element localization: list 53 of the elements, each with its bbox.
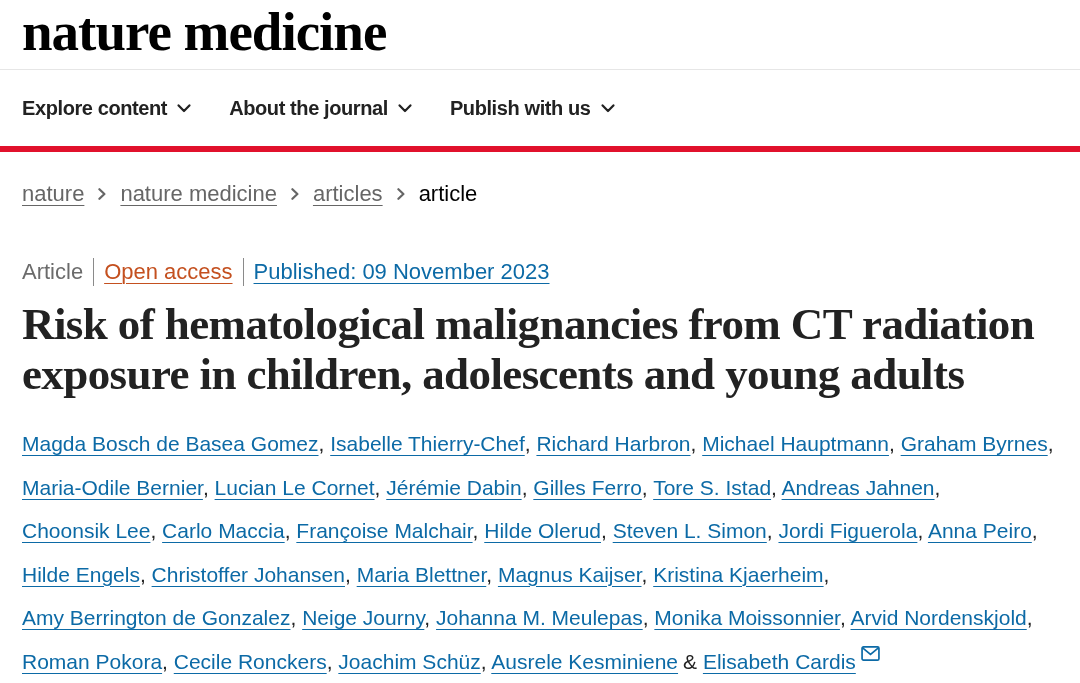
chevron-down-icon <box>397 103 412 113</box>
author-link[interactable]: Monika Moissonnier <box>654 606 840 629</box>
author-link[interactable]: Neige Journy <box>302 606 425 629</box>
author-link[interactable]: Carlo Maccia <box>162 519 285 542</box>
published-date-link[interactable]: Published: 09 November 2023 <box>253 259 550 285</box>
author-list: Magda Bosch de Basea Gomez, Isabelle Thierry-Chef, Richard Harbron, Michael Hauptmann, Graham Byrnes, Maria-Odile Bernier, Lucian Le Cornet, Jérémie Dabin, Gilles Ferro, Tore S. Istad, Andreas Jahnen, Choonsik Lee, Carlo Maccia, Françoise Malchair, Hilde Olerud, Steven L. Simon, Jordi Figuerola, Anna Peiro, Hilde Engels, Christoffer Johansen, Maria Blettner, Magnus Kaijser, Kristina Kjaerheim, Amy Berrington de Gonzalez, Neige Journy, Johanna M. Meulepas, Monika Moissonnier, Arvid Nordenskjold, Roman Pokora, Cecile Ronckers, Joachim Schüz, Ausrele Kesminiene & Elisabeth Cardis <box>22 422 1074 683</box>
author-link[interactable]: Ausrele Kesminiene <box>491 649 679 673</box>
author-link[interactable]: Anna Peiro <box>927 519 1032 542</box>
author-link[interactable]: Choonsik Lee <box>22 519 151 542</box>
author-link[interactable]: Andreas Jahnen <box>781 475 935 499</box>
author-link[interactable]: Cecile Ronckers <box>173 649 327 673</box>
journal-logo[interactable]: nature medicine <box>22 4 387 65</box>
chevron-right-icon <box>396 188 405 200</box>
author-link[interactable]: Hilde Engels <box>22 562 140 586</box>
chevron-right-icon <box>290 188 299 200</box>
article-type: Article <box>22 259 84 285</box>
chevron-down-icon <box>600 103 615 113</box>
author-link[interactable]: Steven L. Simon <box>612 519 767 542</box>
author-link[interactable]: Amy Berrington de Gonzalez <box>22 606 291 629</box>
author-link[interactable]: Jordi Figuerola <box>778 519 918 542</box>
breadcrumb-link[interactable]: nature <box>22 181 85 207</box>
author-link[interactable]: Jérémie Dabin <box>386 475 522 499</box>
author-link[interactable]: Richard Harbron <box>536 432 691 455</box>
author-link[interactable]: Johanna M. Meulepas <box>436 606 643 629</box>
author-link[interactable]: Magnus Kaijser <box>497 562 642 586</box>
author-link[interactable]: Françoise Malchair <box>296 519 473 542</box>
author-link[interactable]: Graham Byrnes <box>900 432 1048 455</box>
author-link[interactable]: Hilde Olerud <box>484 519 601 542</box>
nav-menu-button[interactable]: Explore content <box>22 93 192 123</box>
author-link[interactable]: Michael Hauptmann <box>702 432 889 455</box>
author-link[interactable]: Tore S. Istad <box>653 475 772 499</box>
chevron-down-icon <box>177 103 192 113</box>
article-title: Risk of hematological malignancies from CT radiation exposure in children, adolescents and young adults <box>22 299 1036 399</box>
author-link[interactable]: Joachim Schüz <box>338 649 481 673</box>
author-link[interactable]: Roman Pokora <box>22 649 163 673</box>
breadcrumb-link[interactable]: articles <box>312 181 383 207</box>
open-access-link[interactable]: Open access <box>104 259 233 285</box>
author-link[interactable]: Kristina Kjaerheim <box>653 562 824 586</box>
author-link[interactable]: Arvid Nordenskjold <box>850 606 1027 629</box>
breadcrumb-current: article <box>418 181 478 207</box>
author-link[interactable]: Isabelle Thierry-Chef <box>330 432 525 455</box>
author-link[interactable]: Maria Blettner <box>356 562 487 586</box>
envelope-icon[interactable] <box>860 645 880 661</box>
breadcrumb-link[interactable]: nature medicine <box>120 181 277 207</box>
nav-menu-button[interactable]: About the journal <box>229 93 412 123</box>
author-link[interactable]: Elisabeth Cardis <box>702 649 856 673</box>
author-link[interactable]: Maria-Odile Bernier <box>22 475 203 499</box>
author-link[interactable]: Christoffer Johansen <box>151 562 345 586</box>
author-link[interactable]: Gilles Ferro <box>533 475 642 499</box>
author-link[interactable]: Magda Bosch de Basea Gomez <box>22 432 319 455</box>
nav-menu-button[interactable]: Publish with us <box>449 93 615 123</box>
chevron-right-icon <box>98 188 107 200</box>
author-link[interactable]: Lucian Le Cornet <box>214 475 375 499</box>
